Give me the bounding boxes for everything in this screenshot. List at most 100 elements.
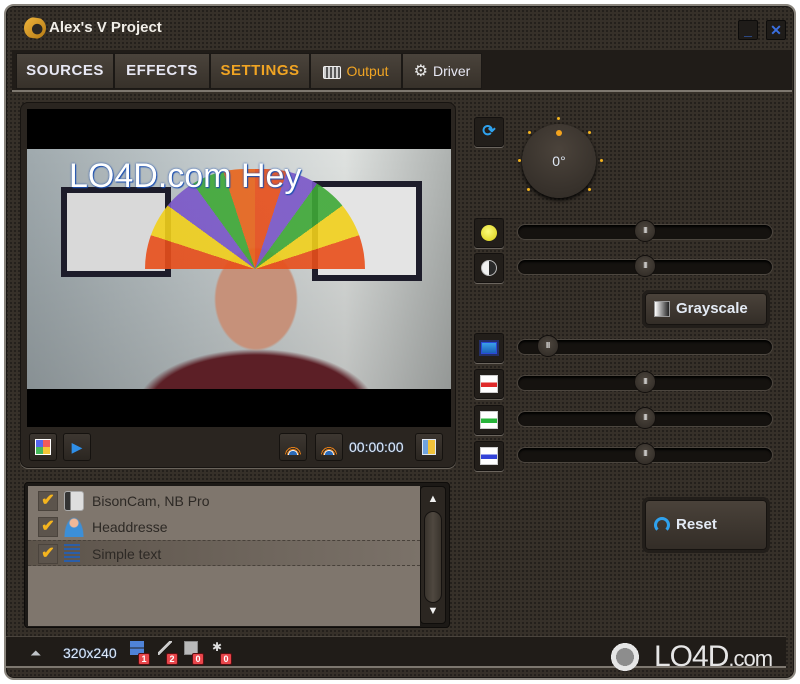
broadcast-snapshot-button[interactable] bbox=[279, 433, 307, 461]
watermark-logo-icon bbox=[610, 642, 640, 672]
watermark: LO4D.com bbox=[606, 636, 792, 678]
tab-driver-label: Driver bbox=[433, 63, 471, 79]
play-button[interactable]: ▶ bbox=[63, 433, 91, 461]
antenna-icon: ⏶ bbox=[30, 645, 42, 661]
red-channel-icon bbox=[480, 375, 498, 393]
sources-count: 1 bbox=[130, 641, 154, 667]
brightness-button[interactable] bbox=[474, 218, 504, 248]
other-count: ✱ 0 bbox=[212, 641, 236, 667]
brightness-slider[interactable]: III bbox=[517, 220, 773, 242]
green-channel-button[interactable] bbox=[474, 405, 504, 435]
grayscale-button[interactable]: Grayscale bbox=[645, 293, 767, 325]
tab-settings[interactable]: SETTINGS bbox=[210, 53, 310, 89]
video-preview[interactable]: LO4D.com Hey bbox=[27, 109, 451, 427]
tab-effects[interactable]: EFFECTS bbox=[114, 53, 210, 89]
brightness-icon bbox=[481, 225, 497, 241]
list-item[interactable]: ✔ BisonCam, NB Pro bbox=[28, 488, 420, 514]
minimize-button[interactable]: _ bbox=[738, 20, 758, 40]
close-button[interactable]: ✕ bbox=[766, 20, 786, 40]
tab-bar: SOURCES EFFECTS SETTINGS Output ⚙ Driver bbox=[12, 50, 792, 92]
slider-thumb[interactable]: III bbox=[634, 407, 656, 429]
knob-indicator bbox=[556, 130, 562, 136]
knob-tick bbox=[518, 159, 521, 162]
broadcast-film-icon bbox=[321, 439, 337, 455]
resize-icon bbox=[479, 340, 499, 356]
rotate-icon: ⟳ bbox=[482, 123, 496, 140]
tab-sources[interactable]: SOURCES bbox=[16, 53, 114, 89]
knob-tick bbox=[600, 159, 603, 162]
grayscale-label: Grayscale bbox=[676, 300, 748, 317]
layer-checkbox[interactable]: ✔ bbox=[38, 491, 58, 511]
layers-panel: ✔ BisonCam, NB Pro ✔ Headdresse ✔ Simple… bbox=[24, 482, 450, 628]
layer-label: BisonCam, NB Pro bbox=[92, 493, 210, 509]
contrast-button[interactable] bbox=[474, 253, 504, 283]
broadcast-image-icon bbox=[285, 439, 301, 455]
slider-thumb[interactable]: III bbox=[536, 335, 559, 357]
watermark-text: LO4D.com bbox=[654, 640, 773, 674]
folder-icon bbox=[422, 439, 436, 455]
preview-panel: LO4D.com Hey ▶ 00:00:00 bbox=[20, 102, 456, 468]
green-channel-icon bbox=[480, 411, 498, 429]
slider-thumb[interactable]: III bbox=[634, 220, 656, 242]
mixer-icon bbox=[323, 65, 342, 79]
green-slider[interactable]: III bbox=[517, 407, 773, 429]
app-logo-icon bbox=[24, 17, 46, 39]
knob-tick bbox=[528, 131, 531, 134]
person-icon bbox=[64, 517, 84, 537]
rotation-value: 0° bbox=[552, 153, 566, 169]
count-badge: 0 bbox=[192, 653, 204, 665]
grayscale-icon bbox=[654, 301, 670, 317]
layer-checkbox[interactable]: ✔ bbox=[38, 517, 58, 537]
reset-button[interactable]: Reset bbox=[645, 500, 767, 550]
effects-count: 2 bbox=[158, 641, 182, 667]
slider-thumb[interactable]: III bbox=[634, 255, 656, 277]
red-channel-button[interactable] bbox=[474, 369, 504, 399]
text-lines-icon bbox=[64, 544, 80, 564]
list-item[interactable]: ✔ Simple text bbox=[28, 540, 420, 566]
tab-driver[interactable]: ⚙ Driver bbox=[402, 53, 482, 89]
title-bar: Alex's V Project _ ✕ bbox=[16, 14, 786, 42]
layers-scrollbar[interactable]: ▲ ▼ bbox=[420, 486, 446, 624]
text-overlay: LO4D.com Hey bbox=[69, 157, 302, 195]
images-count: 0 bbox=[184, 641, 208, 667]
layers-list: ✔ BisonCam, NB Pro ✔ Headdresse ✔ Simple… bbox=[28, 486, 420, 626]
tab-output[interactable]: Output bbox=[310, 53, 402, 89]
list-item[interactable]: ✔ Headdresse bbox=[28, 514, 420, 540]
red-slider[interactable]: III bbox=[517, 371, 773, 393]
timecode: 00:00:00 bbox=[349, 439, 404, 455]
gear-icon: ⚙ bbox=[413, 63, 428, 81]
open-folder-button[interactable] bbox=[415, 433, 443, 461]
rotate-button[interactable]: ⟳ bbox=[474, 117, 504, 147]
layer-checkbox[interactable]: ✔ bbox=[38, 544, 58, 564]
knob-tick bbox=[557, 117, 560, 120]
blue-channel-button[interactable] bbox=[474, 441, 504, 471]
slider-thumb[interactable]: III bbox=[634, 371, 656, 393]
play-icon: ▶ bbox=[71, 439, 83, 455]
contrast-slider[interactable]: III bbox=[517, 255, 773, 277]
count-badge: 1 bbox=[138, 653, 150, 665]
resolution-readout: 320x240 bbox=[63, 645, 117, 661]
scroll-up-button[interactable]: ▲ bbox=[421, 489, 445, 509]
scroll-down-button[interactable]: ▼ bbox=[421, 601, 445, 621]
watermark-suffix: .com bbox=[728, 646, 773, 671]
tab-output-label: Output bbox=[346, 63, 389, 79]
knob-tick bbox=[588, 131, 591, 134]
count-badge: 0 bbox=[220, 653, 232, 665]
effects-grid-button[interactable] bbox=[29, 433, 57, 461]
webcam-icon bbox=[64, 491, 84, 511]
watermark-brand: LO4D bbox=[654, 640, 729, 673]
slider-thumb[interactable]: III bbox=[634, 443, 656, 465]
reset-label: Reset bbox=[676, 516, 717, 533]
layer-label: Simple text bbox=[92, 546, 162, 562]
zoom-button[interactable] bbox=[474, 333, 504, 363]
broadcast-video-button[interactable] bbox=[315, 433, 343, 461]
knob-tick bbox=[588, 188, 591, 191]
webcam-frame: LO4D.com Hey bbox=[27, 149, 451, 389]
contrast-icon bbox=[481, 260, 497, 276]
scroll-thumb[interactable] bbox=[424, 511, 442, 603]
blue-slider[interactable]: III bbox=[517, 443, 773, 465]
knob-tick bbox=[527, 188, 530, 191]
color-grid-icon bbox=[35, 439, 51, 455]
count-badge: 2 bbox=[166, 653, 178, 665]
zoom-slider[interactable]: III bbox=[517, 335, 773, 357]
